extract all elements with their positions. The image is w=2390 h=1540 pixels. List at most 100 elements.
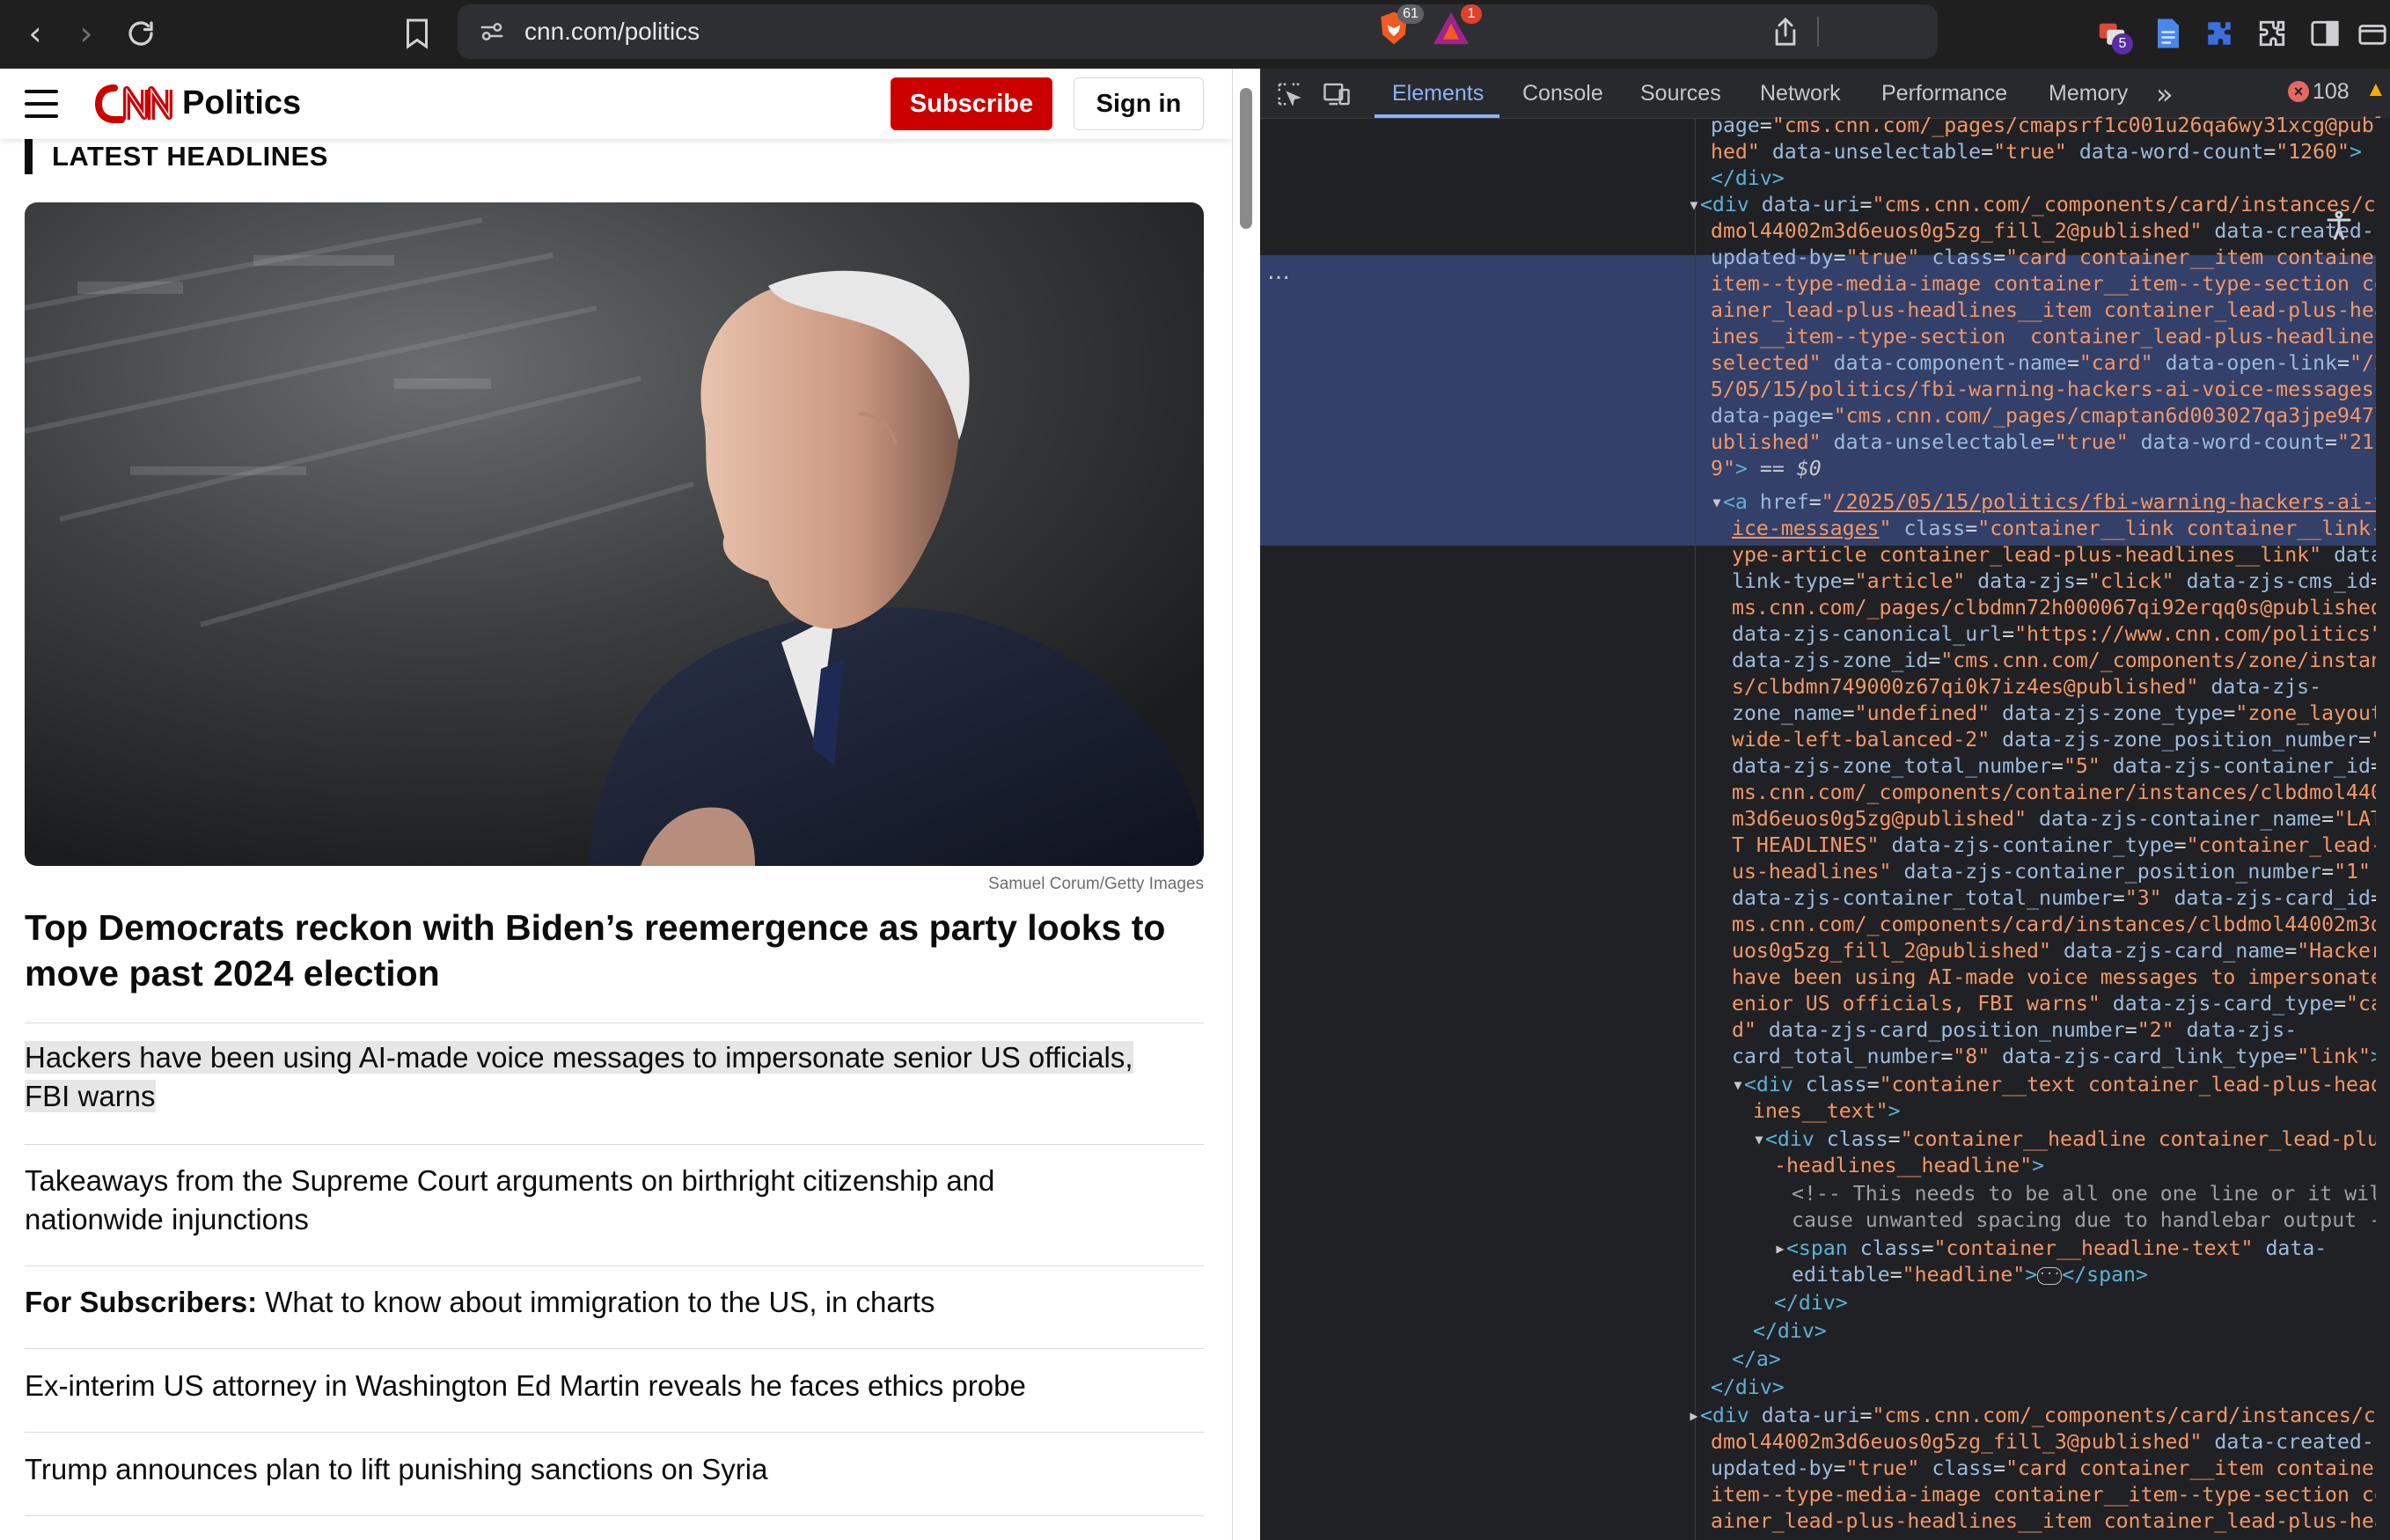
url-text[interactable]: cnn.com/politics xyxy=(524,17,700,47)
dom-line[interactable]: </a> xyxy=(1732,1346,1781,1373)
tab-console[interactable]: Console xyxy=(1522,81,1603,106)
devtools-scrollbar[interactable] xyxy=(2376,118,2390,1540)
dom-line[interactable]: T HEADLINES" data-zjs-container_type="co… xyxy=(1732,832,2390,859)
dom-line[interactable]: -headlines__headline"> xyxy=(1774,1153,2044,1179)
divider xyxy=(25,1144,1204,1145)
dom-line[interactable]: wide-left-balanced-2" data-zjs-zone_posi… xyxy=(1732,727,2390,753)
dom-line[interactable]: editable="headline">···</span> xyxy=(1792,1262,2148,1288)
device-toolbar-icon[interactable] xyxy=(1320,77,1353,111)
reload-button[interactable] xyxy=(116,9,165,58)
dom-line[interactable]: data-zjs-zone_id="cms.cnn.com/_component… xyxy=(1732,648,2390,674)
tab-network[interactable]: Network xyxy=(1760,81,1841,106)
dom-line-selected[interactable]: updated-by="true" class="card container_… xyxy=(1711,245,2390,271)
dom-line[interactable]: hed" data-unselectable="true" data-word-… xyxy=(1711,139,2362,165)
dom-line[interactable]: data-zjs-zone_total_number="5" data-zjs-… xyxy=(1732,753,2390,780)
share-icon[interactable] xyxy=(1769,15,1802,48)
dom-line[interactable]: ainer_lead-plus-headlines__item containe… xyxy=(1711,1508,2390,1535)
tab-memory[interactable]: Memory xyxy=(2049,81,2128,106)
headline-text[interactable]: What to know about immigration to the US… xyxy=(265,1286,935,1318)
site-header: Politics Subscribe Sign in xyxy=(0,69,1232,139)
error-icon[interactable]: × xyxy=(2288,81,2309,102)
dom-line-selected[interactable]: 9"> == $0 xyxy=(1711,456,1822,482)
dom-line-selected[interactable]: ines__item--type-section container_lead-… xyxy=(1711,324,2390,350)
dom-line[interactable]: </div> xyxy=(1774,1290,1848,1316)
dom-line[interactable]: zone_name="undefined" data-zjs-zone_type… xyxy=(1732,700,2390,727)
warning-icon[interactable]: ▲ xyxy=(2365,77,2390,102)
dom-line[interactable]: ▾<div class="container__text container_l… xyxy=(1732,1072,2390,1098)
dom-line[interactable]: uos0g5zg_fill_2@published" data-zjs-card… xyxy=(1732,938,2390,964)
dom-line[interactable]: ice-messages" class="container__link con… xyxy=(1732,516,2390,542)
headline-item[interactable]: For Subscribers: What to know about immi… xyxy=(25,1283,1133,1322)
wallet-icon[interactable] xyxy=(2355,16,2390,51)
dom-line[interactable]: </div> xyxy=(1711,165,1785,192)
dom-line[interactable]: ype-article container_lead-plus-headline… xyxy=(1732,542,2390,568)
headline-text[interactable]: Hackers have been using AI-made voice me… xyxy=(25,1041,1133,1112)
dom-line[interactable]: ▸<div data-uri="cms.cnn.com/_components/… xyxy=(1688,1403,2390,1429)
dom-line[interactable]: data-zjs-container_total_number="3" data… xyxy=(1732,885,2390,912)
page-scrollbar-thumb[interactable] xyxy=(1240,88,1252,229)
dom-line[interactable]: </div> xyxy=(1711,1375,1785,1401)
forward-button[interactable]: › xyxy=(62,9,111,58)
page-scrollbar[interactable] xyxy=(1232,69,1261,1540)
sidebar-toggle-icon[interactable] xyxy=(2307,16,2342,51)
hamburger-menu-icon[interactable] xyxy=(25,88,60,120)
dom-line[interactable]: cause unwanted spacing due to handlebar … xyxy=(1792,1207,2390,1234)
dom-line[interactable]: data-zjs-canonical_url="https://www.cnn.… xyxy=(1732,621,2383,648)
divider xyxy=(25,1348,1204,1349)
dom-line[interactable]: ▾<a href="/2025/05/15/politics/fbi-warni… xyxy=(1711,489,2390,516)
dom-line[interactable]: updated-by="true" class="card container_… xyxy=(1711,1456,2390,1482)
dom-line-selected[interactable]: ublished" data-unselectable="true" data-… xyxy=(1711,429,2374,456)
address-bar[interactable]: cnn.com/politics xyxy=(458,4,1938,59)
dom-line-selected[interactable]: item--type-media-image container__item--… xyxy=(1711,271,2390,297)
dom-line[interactable]: card_total_number="8" data-zjs-card_link… xyxy=(1732,1044,2383,1070)
sign-in-button[interactable]: Sign in xyxy=(1074,77,1204,130)
bookmark-button[interactable] xyxy=(396,12,438,55)
dom-line[interactable]: us-headlines" data-zjs-container_positio… xyxy=(1732,859,2371,885)
dom-line[interactable]: s/clbdmn749000z67qi0k7iz4es@published" d… xyxy=(1732,674,2321,700)
dom-line[interactable]: </div> xyxy=(1753,1318,1827,1345)
dom-line[interactable]: ▾<div class="container__headline contain… xyxy=(1753,1126,2390,1153)
dom-line[interactable]: m3d6euos0g5zg@published" data-zjs-contai… xyxy=(1732,806,2390,832)
headline-item[interactable]: Hackers have been using AI-made voice me… xyxy=(25,1038,1133,1116)
dom-line[interactable]: ms.cnn.com/_pages/clbdmn72h000067qi92erq… xyxy=(1732,595,2390,621)
lead-headline[interactable]: Top Democrats reckon with Biden’s reemer… xyxy=(25,905,1204,996)
dom-line[interactable]: ▸<span class="container__headline-text" … xyxy=(1774,1236,2327,1262)
dom-line-selected[interactable]: dmol44002m3d6euos0g5zg_fill_2@published"… xyxy=(1711,218,2374,245)
dom-line[interactable]: link-type="article" data-zjs="click" dat… xyxy=(1732,568,2390,595)
dom-line[interactable]: ms.cnn.com/_components/container/instanc… xyxy=(1732,780,2390,806)
node-actions-icon[interactable]: … xyxy=(1267,259,1290,285)
dom-line[interactable]: have been using AI-made voice messages t… xyxy=(1732,964,2390,991)
dom-line[interactable]: <!-- This needs to be all one one line o… xyxy=(1792,1181,2390,1207)
dom-line[interactable]: ms.cnn.com/_components/card/instances/cl… xyxy=(1732,912,2390,938)
inspect-element-icon[interactable] xyxy=(1272,77,1306,111)
tab-sources[interactable]: Sources xyxy=(1640,81,1721,106)
headline-item[interactable]: Ex-interim US attorney in Washington Ed … xyxy=(25,1367,1133,1405)
collapsed-content-icon[interactable]: ··· xyxy=(2037,1266,2063,1285)
dom-line-selected[interactable]: selected" data-component-name="card" dat… xyxy=(1711,350,2390,377)
error-count[interactable]: 108 xyxy=(2313,79,2350,105)
dom-line[interactable]: page="cms.cnn.com/_pages/cmapsrf1c001u26… xyxy=(1711,113,2390,139)
more-tabs-icon[interactable]: » xyxy=(2156,77,2174,111)
dom-line[interactable]: dmol44002m3d6euos0g5zg_fill_3@published"… xyxy=(1711,1429,2374,1456)
dom-line-selected[interactable]: 5/05/15/politics/fbi-warning-hackers-ai-… xyxy=(1711,377,2386,403)
dom-line-selected[interactable]: data-page="cms.cnn.com/_pages/cmaptan6d0… xyxy=(1711,403,2390,429)
section-title[interactable]: Politics xyxy=(182,84,301,122)
extension-puzzle-blue-icon[interactable] xyxy=(2202,16,2237,51)
extension-docs-icon[interactable] xyxy=(2151,16,2186,51)
headline-item[interactable]: Takeaways from the Supreme Court argumen… xyxy=(25,1162,1133,1239)
dom-line[interactable]: item--type-media-image container__item--… xyxy=(1711,1482,2390,1508)
lead-story-image[interactable] xyxy=(25,202,1204,866)
dom-line[interactable]: d" data-zjs-card_position_number="2" dat… xyxy=(1732,1017,2297,1044)
subscribe-button[interactable]: Subscribe xyxy=(891,77,1052,130)
cnn-logo[interactable] xyxy=(94,81,180,127)
dom-line-selected[interactable]: ▾<div data-uri="cms.cnn.com/_components/… xyxy=(1688,192,2390,218)
back-button[interactable]: ‹ xyxy=(11,9,60,58)
tab-performance[interactable]: Performance xyxy=(1881,81,2007,106)
tab-elements[interactable]: Elements xyxy=(1392,81,1484,106)
dom-line-selected[interactable]: ainer_lead-plus-headlines__item containe… xyxy=(1711,297,2390,324)
headline-item[interactable]: Trump announces plan to lift punishing s… xyxy=(25,1450,1133,1489)
site-settings-icon[interactable] xyxy=(477,17,507,47)
extensions-menu-icon[interactable] xyxy=(2254,16,2290,51)
dom-line[interactable]: ines__text"> xyxy=(1753,1098,1901,1125)
dom-line[interactable]: enior US officials, FBI warns" data-zjs-… xyxy=(1732,991,2390,1017)
